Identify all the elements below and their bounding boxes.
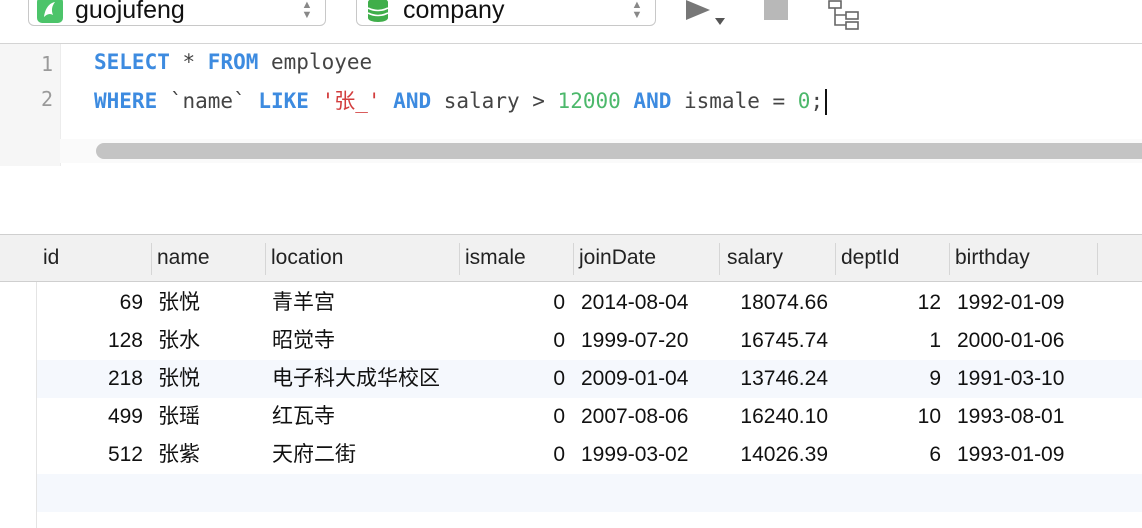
cell-joindate[interactable]: 2007-08-06 xyxy=(581,398,688,436)
column-header-deptid[interactable]: deptId xyxy=(835,235,949,281)
cell-birthday[interactable]: 1991-03-10 xyxy=(957,360,1064,398)
keyword: SELECT xyxy=(94,50,170,74)
keyword: WHERE xyxy=(94,89,158,113)
line-number: 2 xyxy=(40,87,53,111)
cell-ismale[interactable]: 0 xyxy=(459,360,565,398)
number-literal: 0 xyxy=(797,89,811,113)
cell-deptid[interactable]: 1 xyxy=(835,322,941,360)
code-token: `name` xyxy=(157,89,259,113)
sql-editor[interactable]: 1 2 SELECT * FROM employee WHERE `name` … xyxy=(0,43,1142,166)
cell-name[interactable]: 张瑶 xyxy=(158,398,200,436)
string-literal: '张_' xyxy=(308,89,394,113)
selector-arrows-icon: ▲ ▼ xyxy=(631,0,643,21)
keyword: FROM xyxy=(207,50,259,74)
cell-joindate[interactable]: 1999-03-02 xyxy=(581,436,688,474)
keyword: AND xyxy=(393,89,432,113)
cell-ismale[interactable]: 0 xyxy=(459,398,565,436)
cell-birthday[interactable]: 1992-01-09 xyxy=(957,284,1064,322)
code-token: ; xyxy=(810,89,824,113)
explain-tree-icon xyxy=(828,0,859,30)
column-header-name[interactable]: name xyxy=(151,235,265,281)
cell-deptid[interactable]: 10 xyxy=(835,398,941,436)
cell-id[interactable]: 499 xyxy=(37,398,143,436)
number-literal: 12000 xyxy=(557,89,621,113)
cell-ismale[interactable]: 0 xyxy=(459,436,565,474)
cell-salary[interactable]: 14026.39 xyxy=(723,436,828,474)
line-number: 1 xyxy=(40,52,53,76)
cell-birthday[interactable]: 1993-01-09 xyxy=(957,436,1064,474)
table-row[interactable]: 218 张悦 电子科大成华校区 0 2009-01-04 13746.24 9 … xyxy=(37,360,1142,398)
connection-icon xyxy=(35,0,65,23)
cell-name[interactable]: 张悦 xyxy=(158,284,200,322)
line-number-gutter: 1 2 xyxy=(0,44,61,166)
table-row[interactable]: 512 张紫 天府二街 0 1999-03-02 14026.39 6 1993… xyxy=(37,436,1142,474)
explain-button[interactable] xyxy=(826,0,866,30)
text-cursor xyxy=(825,89,828,115)
cell-id[interactable]: 512 xyxy=(37,436,143,474)
grid-header: id name location ismale joinDate salary … xyxy=(0,234,1142,282)
column-header-birthday[interactable]: birthday xyxy=(949,235,1097,281)
column-divider[interactable] xyxy=(719,243,720,275)
table-row[interactable]: 128 张水 昭觉寺 0 1999-07-20 16745.74 1 2000-… xyxy=(37,322,1142,360)
connection-name: guojufeng xyxy=(75,0,185,24)
cell-location[interactable]: 青羊宫 xyxy=(272,284,335,322)
code-token: ismale = xyxy=(671,89,798,113)
database-cylinder-icon xyxy=(363,0,393,23)
run-play-icon xyxy=(686,0,725,25)
toolbar: guojufeng ▲ ▼ company ▲ ▼ xyxy=(0,0,1142,36)
cell-id[interactable]: 218 xyxy=(37,360,143,398)
code-token: * xyxy=(169,50,208,74)
keyword: LIKE xyxy=(258,89,309,113)
cell-location[interactable]: 红瓦寺 xyxy=(272,398,335,436)
cell-location[interactable]: 电子科大成华校区 xyxy=(272,360,440,398)
column-divider[interactable] xyxy=(1097,243,1098,275)
selector-arrows-icon: ▲ ▼ xyxy=(301,0,313,21)
cell-salary[interactable]: 13746.24 xyxy=(723,360,828,398)
code-token: salary > xyxy=(431,89,558,113)
cell-deptid[interactable]: 6 xyxy=(835,436,941,474)
column-header-ismale[interactable]: ismale xyxy=(459,235,573,281)
connection-selector[interactable]: guojufeng ▲ ▼ xyxy=(28,0,326,26)
run-button[interactable] xyxy=(682,0,730,28)
code-line-1[interactable]: SELECT * FROM employee xyxy=(94,50,372,74)
cell-name[interactable]: 张紫 xyxy=(158,436,200,474)
cell-id[interactable]: 69 xyxy=(37,284,143,322)
row-gutter xyxy=(0,282,37,528)
column-header-joindate[interactable]: joinDate xyxy=(573,235,719,281)
cell-deptid[interactable]: 12 xyxy=(835,284,941,322)
cell-birthday[interactable]: 2000-01-06 xyxy=(957,322,1064,360)
database-selector[interactable]: company ▲ ▼ xyxy=(356,0,656,26)
results-grid: id name location ismale joinDate salary … xyxy=(0,234,1142,528)
cell-ismale[interactable]: 0 xyxy=(459,284,565,322)
cell-salary[interactable]: 16745.74 xyxy=(723,322,828,360)
cell-ismale[interactable]: 0 xyxy=(459,322,565,360)
cell-birthday[interactable]: 1993-08-01 xyxy=(957,398,1064,436)
cell-joindate[interactable]: 2014-08-04 xyxy=(581,284,688,322)
cell-salary[interactable]: 18074.66 xyxy=(723,284,828,322)
stop-button[interactable] xyxy=(764,0,790,22)
column-header-salary[interactable]: salary xyxy=(721,235,835,281)
column-header-id[interactable]: id xyxy=(37,235,151,281)
cell-id[interactable]: 128 xyxy=(37,322,143,360)
column-header-location[interactable]: location xyxy=(265,235,459,281)
table-row[interactable]: 499 张瑶 红瓦寺 0 2007-08-06 16240.10 10 1993… xyxy=(37,398,1142,436)
horizontal-scrollbar[interactable] xyxy=(96,143,1142,159)
cell-name[interactable]: 张悦 xyxy=(158,360,200,398)
keyword: AND xyxy=(633,89,672,113)
code-token: employee xyxy=(258,50,373,74)
cell-location[interactable]: 昭觉寺 xyxy=(272,322,335,360)
database-name: company xyxy=(403,0,505,24)
empty-row xyxy=(37,474,1142,512)
cell-location[interactable]: 天府二街 xyxy=(272,436,356,474)
cell-deptid[interactable]: 9 xyxy=(835,360,941,398)
stop-square-icon xyxy=(764,0,788,20)
cell-joindate[interactable]: 1999-07-20 xyxy=(581,322,688,360)
cell-name[interactable]: 张水 xyxy=(158,322,200,360)
cell-joindate[interactable]: 2009-01-04 xyxy=(581,360,688,398)
table-row[interactable]: 69 张悦 青羊宫 0 2014-08-04 18074.66 12 1992-… xyxy=(37,284,1142,322)
code-line-2[interactable]: WHERE `name` LIKE '张_' AND salary > 1200… xyxy=(94,85,828,115)
cell-salary[interactable]: 16240.10 xyxy=(723,398,828,436)
